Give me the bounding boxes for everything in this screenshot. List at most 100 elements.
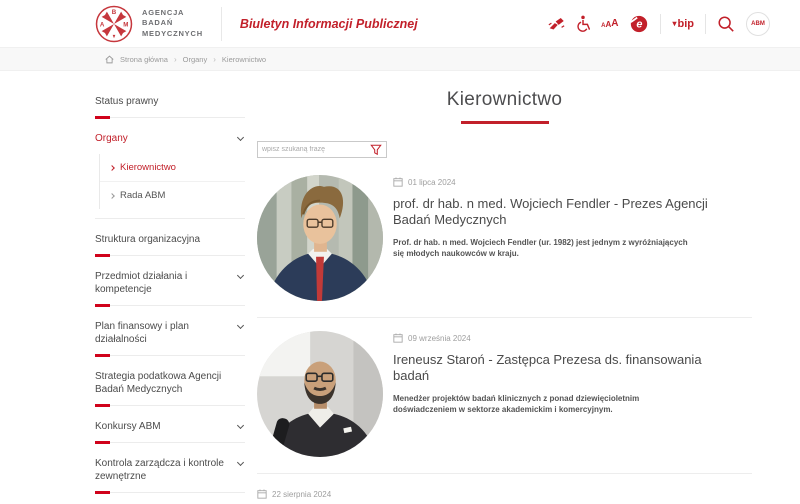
sidebar-item-kontrola[interactable]: Kontrola zarządcza i kontrole zewnętrzne	[95, 457, 245, 483]
article-list: 01 lipca 2024 prof. dr hab. n med. Wojci…	[257, 162, 752, 504]
sidebar-section: Status prawny	[95, 95, 245, 121]
chevron-down-icon	[237, 134, 244, 141]
sidebar-divider	[95, 218, 245, 222]
site-title: Biuletyn Informacji Publicznej	[240, 17, 418, 31]
agency-logo[interactable]: B A M AGENCJA BADAŃ MEDYCZNYCH	[95, 5, 203, 43]
chevron-down-icon	[237, 272, 244, 279]
header-toolbar: A A A e ▾ bip ABM	[548, 12, 770, 36]
bip-home-button[interactable]: ▾ bip	[672, 18, 694, 30]
article-body: 09 września 2024 Ireneusz Staroń - Zastę…	[393, 331, 752, 457]
sidebar-item-organy[interactable]: Organy	[95, 132, 245, 145]
article-third[interactable]: 22 sierpnia 2024	[257, 474, 752, 504]
home-icon[interactable]	[105, 55, 114, 64]
font-size-button[interactable]: A A A	[601, 19, 618, 29]
header-divider	[221, 7, 222, 41]
list-search-box	[257, 141, 387, 158]
sidebar-divider	[95, 492, 245, 496]
profile-photo-staron	[257, 331, 383, 457]
epuap-button[interactable]: e	[629, 14, 649, 34]
article-excerpt: Menedżer projektów badań klinicznych z p…	[393, 393, 693, 415]
bip-flag-icon: ▾	[672, 19, 676, 28]
chevron-down-icon	[237, 322, 244, 329]
sign-language-icon	[548, 17, 565, 31]
sidebar-item-strategia[interactable]: Strategia podatkowa Agencji Badań Medycz…	[95, 370, 245, 396]
article-title[interactable]: Ireneusz Staroń - Zastępca Prezesa ds. f…	[393, 352, 723, 385]
epuap-letter: e	[637, 18, 643, 30]
sign-language-button[interactable]	[548, 17, 565, 31]
breadcrumb-current: Kierownictwo	[222, 55, 266, 64]
sidebar-subitem-kierownictwo[interactable]: Kierownictwo	[100, 154, 245, 182]
breadcrumb-separator	[174, 55, 177, 64]
search-button[interactable]	[717, 15, 735, 33]
sidebar-section: Kontrola zarządcza i kontrole zewnętrzne	[95, 457, 245, 496]
sidebar-item-label: Status prawny	[95, 95, 158, 108]
sidebar-item-przedmiot[interactable]: Przedmiot działania i kompetencje	[95, 270, 245, 296]
subitem-label: Kierownictwo	[120, 162, 176, 173]
list-search-row	[257, 141, 752, 158]
sidebar-item-label: Konkursy ABM	[95, 420, 161, 433]
page-title: Kierownictwo	[257, 89, 752, 111]
sidebar-item-label: Strategia podatkowa Agencji Badań Medycz…	[95, 370, 243, 396]
organy-submenu: Kierownictwo Rada ABM	[99, 154, 245, 209]
toolbar-separator	[660, 14, 661, 34]
photo-fendler-illustration	[257, 175, 383, 301]
profile-photo-fendler	[257, 175, 383, 301]
article-date-row: 01 lipca 2024	[393, 177, 742, 187]
org-name: AGENCJA BADAŃ MEDYCZNYCH	[142, 8, 203, 40]
sidebar-section: Przedmiot działania i kompetencje	[95, 270, 245, 309]
sidebar-item-label: Organy	[95, 132, 128, 145]
org-name-line1: AGENCJA	[142, 8, 203, 19]
sidebar-section: Konkursy ABM	[95, 420, 245, 446]
sidebar-item-label: Plan finansowy i plan działalności	[95, 320, 238, 346]
breadcrumb-separator	[213, 55, 216, 64]
calendar-icon	[393, 177, 403, 187]
photo-staron-illustration	[257, 331, 383, 457]
filter-icon[interactable]	[370, 144, 382, 156]
breadcrumb-bar: Strona główna Organy Kierownictwo	[0, 47, 800, 71]
calendar-icon	[257, 489, 267, 499]
sidebar-divider	[95, 355, 245, 359]
logo-letter-b: B	[112, 9, 117, 16]
main-content: Kierownictwo	[257, 71, 752, 504]
search-icon	[717, 15, 735, 33]
title-underline	[461, 121, 549, 124]
article-body: 22 sierpnia 2024	[257, 487, 752, 499]
logo-letter-a: A	[100, 21, 105, 28]
sidebar-subitem-rada-abm[interactable]: Rada ABM	[100, 182, 245, 209]
sidebar-section: Plan finansowy i plan działalności	[95, 320, 245, 359]
article-date-row: 09 września 2024	[393, 333, 742, 343]
article-title[interactable]: prof. dr hab. n med. Wojciech Fendler - …	[393, 196, 723, 229]
sidebar-item-status-prawny[interactable]: Status prawny	[95, 95, 245, 108]
subitem-label: Rada ABM	[120, 190, 165, 201]
sidebar-divider	[95, 255, 245, 259]
org-name-line2: BADAŃ	[142, 18, 203, 29]
toolbar-separator	[705, 14, 706, 34]
sidebar-item-struktura[interactable]: Struktura organizacyjna	[95, 233, 245, 246]
breadcrumb-organy[interactable]: Organy	[183, 55, 208, 64]
article-date: 09 września 2024	[408, 334, 471, 343]
chevron-down-icon	[237, 459, 244, 466]
sidebar-section: Organy Kierownictwo Rada ABM	[95, 132, 245, 222]
sidebar-item-label: Kontrola zarządcza i kontrole zewnętrzne	[95, 457, 238, 483]
logo-letter-m: M	[123, 21, 128, 28]
sidebar-item-label: Przedmiot działania i kompetencje	[95, 270, 238, 296]
chevron-down-icon	[237, 422, 244, 429]
page-body: Status prawny Organy Kierownictwo Rada A…	[0, 71, 800, 504]
article-excerpt: Prof. dr hab. n med. Wojciech Fendler (u…	[393, 237, 693, 259]
wheelchair-icon	[576, 15, 590, 32]
sidebar-nav: Status prawny Organy Kierownictwo Rada A…	[95, 71, 245, 504]
abm-profile-button[interactable]: ABM	[746, 12, 770, 36]
article-staron[interactable]: 09 września 2024 Ireneusz Staroń - Zastę…	[257, 318, 752, 474]
breadcrumb-home[interactable]: Strona główna	[120, 55, 168, 64]
abm-cross-logo-icon: B A M	[95, 5, 133, 43]
sidebar-item-konkursy[interactable]: Konkursy ABM	[95, 420, 245, 433]
sidebar-divider	[95, 305, 245, 309]
sidebar-section: Struktura organizacyjna	[95, 233, 245, 259]
calendar-icon	[393, 333, 403, 343]
article-fendler[interactable]: 01 lipca 2024 prof. dr hab. n med. Wojci…	[257, 162, 752, 318]
search-input[interactable]	[262, 146, 370, 153]
accessibility-button[interactable]	[576, 15, 590, 32]
sidebar-divider	[95, 117, 245, 121]
chevron-right-icon	[109, 165, 115, 171]
sidebar-item-plan-finansowy[interactable]: Plan finansowy i plan działalności	[95, 320, 245, 346]
